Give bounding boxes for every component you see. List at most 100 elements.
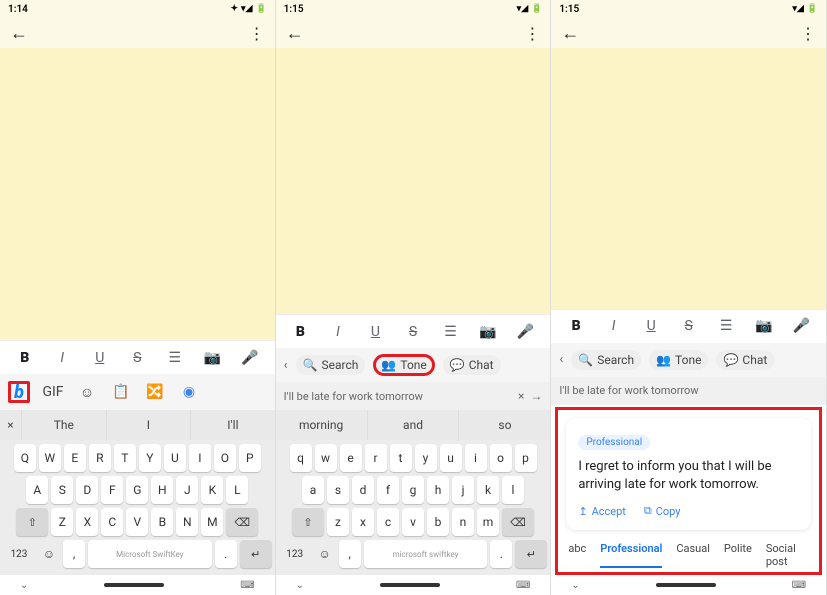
tone-tab-casual[interactable]: Casual [676, 542, 710, 568]
nav-home-pill[interactable] [656, 583, 716, 587]
clear-input-icon[interactable]: × [518, 389, 524, 403]
key-u[interactable]: U [164, 444, 186, 472]
camera-icon[interactable]: 📷 [199, 350, 225, 366]
tone-tab-abc[interactable]: abc [568, 542, 586, 568]
nav-collapse-icon[interactable]: ⌄ [296, 580, 304, 591]
key-shift[interactable]: ⇧ [16, 508, 48, 536]
nav-collapse-icon[interactable]: ⌄ [20, 580, 28, 591]
key-v[interactable]: v [402, 508, 424, 536]
strike-button[interactable]: S [676, 318, 702, 334]
close-suggestions[interactable]: × [0, 410, 22, 440]
key-r[interactable]: r [365, 444, 387, 472]
bing-icon[interactable]: b [8, 381, 30, 403]
nav-home-pill[interactable] [380, 583, 440, 587]
key-e[interactable]: E [64, 444, 86, 472]
key-d[interactable]: D [76, 476, 98, 504]
key-j[interactable]: J [176, 476, 198, 504]
tone-button[interactable]: 👥 Tone [649, 350, 708, 370]
key-space[interactable]: Microsoft SwiftKey [88, 540, 212, 568]
accept-button[interactable]: ↥ Accept [578, 504, 626, 518]
key-comma[interactable]: , [339, 540, 361, 568]
suggestion-2[interactable]: I [107, 410, 192, 440]
key-k[interactable]: k [477, 476, 499, 504]
tone-tab-polite[interactable]: Polite [724, 542, 752, 568]
note-body[interactable] [0, 48, 275, 340]
suggestion-3[interactable]: so [459, 410, 550, 440]
key-d[interactable]: d [352, 476, 374, 504]
nav-keyboard-icon[interactable]: ⌨ [792, 580, 806, 591]
key-n[interactable]: n [452, 508, 474, 536]
suggestion-2[interactable]: and [368, 410, 460, 440]
key-z[interactable]: Z [51, 508, 73, 536]
key-j[interactable]: j [452, 476, 474, 504]
key-n[interactable]: N [176, 508, 198, 536]
italic-button[interactable]: I [601, 318, 627, 334]
key-g[interactable]: g [402, 476, 424, 504]
more-vert-icon[interactable]: ⋮ [524, 24, 540, 43]
key-a[interactable]: a [302, 476, 324, 504]
camera-icon[interactable]: 📷 [751, 318, 777, 334]
key-y[interactable]: Y [139, 444, 161, 472]
nav-home-pill[interactable] [104, 583, 164, 587]
more-vert-icon[interactable]: ⋮ [249, 24, 265, 43]
tone-tab-professional[interactable]: Professional [600, 542, 662, 568]
underline-button[interactable]: U [638, 318, 664, 334]
key-b[interactable]: b [427, 508, 449, 536]
underline-button[interactable]: U [87, 350, 113, 366]
key-q[interactable]: Q [14, 444, 36, 472]
key-g[interactable]: G [126, 476, 148, 504]
key-123[interactable]: 123 [279, 540, 311, 568]
key-m[interactable]: M [201, 508, 223, 536]
copy-button[interactable]: ⧉ Copy [644, 504, 681, 518]
key-z[interactable]: z [327, 508, 349, 536]
italic-button[interactable]: I [325, 324, 351, 340]
key-c[interactable]: C [101, 508, 123, 536]
mic-icon[interactable]: 🎤 [788, 318, 814, 334]
more-vert-icon[interactable]: ⋮ [800, 24, 816, 43]
italic-button[interactable]: I [49, 350, 75, 366]
key-t[interactable]: T [114, 444, 136, 472]
clipboard-icon[interactable]: 📋 [110, 381, 132, 403]
forward-arrow-icon[interactable]: → [530, 389, 542, 403]
underline-button[interactable]: U [362, 324, 388, 340]
note-body[interactable] [551, 48, 826, 309]
nav-collapse-icon[interactable]: ⌄ [571, 580, 579, 591]
key-emoji[interactable]: ☺ [314, 540, 336, 568]
list-button[interactable]: ☰ [162, 350, 188, 366]
mic-icon[interactable]: 🎤 [513, 324, 539, 340]
key-o[interactable]: O [214, 444, 236, 472]
key-b[interactable]: B [151, 508, 173, 536]
key-enter[interactable]: ↵ [515, 540, 547, 568]
key-t[interactable]: t [390, 444, 412, 472]
suggestion-1[interactable]: morning [276, 410, 368, 440]
search-button[interactable]: 🔍 Search [571, 350, 641, 370]
key-o[interactable]: o [490, 444, 512, 472]
nav-keyboard-icon[interactable]: ⌨ [240, 580, 254, 591]
note-body[interactable] [276, 48, 551, 314]
strike-button[interactable]: S [400, 324, 426, 340]
key-backspace[interactable]: ⌫ [226, 508, 258, 536]
camera-icon[interactable]: 📷 [475, 324, 501, 340]
key-q[interactable]: q [290, 444, 312, 472]
key-comma[interactable]: , [63, 540, 85, 568]
key-s[interactable]: s [327, 476, 349, 504]
key-period[interactable]: . [490, 540, 512, 568]
strike-button[interactable]: S [124, 350, 150, 366]
key-l[interactable]: l [502, 476, 524, 504]
gif-icon[interactable]: GIF [42, 381, 64, 403]
key-p[interactable]: p [515, 444, 537, 472]
key-v[interactable]: V [126, 508, 148, 536]
key-p[interactable]: P [239, 444, 261, 472]
key-i[interactable]: i [465, 444, 487, 472]
key-e[interactable]: e [340, 444, 362, 472]
bold-button[interactable]: B [12, 350, 38, 366]
key-h[interactable]: H [151, 476, 173, 504]
key-shift[interactable]: ⇧ [292, 508, 324, 536]
key-backspace[interactable]: ⌫ [502, 508, 534, 536]
key-l[interactable]: L [226, 476, 248, 504]
suggestion-1[interactable]: The [22, 410, 107, 440]
key-f[interactable]: f [377, 476, 399, 504]
bold-button[interactable]: B [563, 318, 589, 334]
back-chevron-icon[interactable]: ‹ [559, 352, 563, 367]
key-m[interactable]: m [477, 508, 499, 536]
